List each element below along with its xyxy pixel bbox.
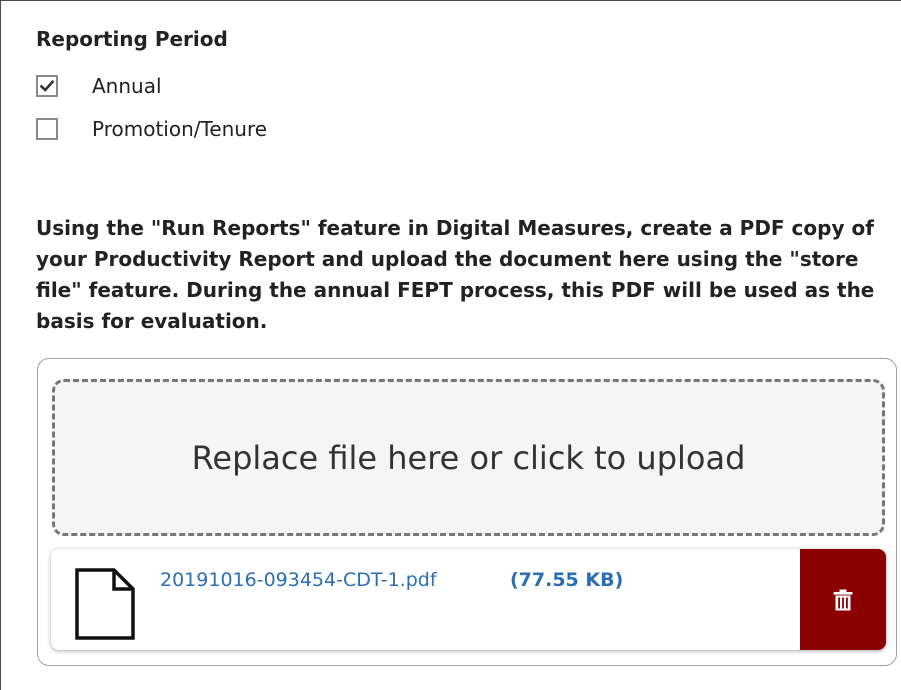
annual-checkbox[interactable] xyxy=(36,75,58,97)
upload-instructions: Using the "Run Reports" feature in Digit… xyxy=(36,216,875,333)
file-name-link[interactable]: 20191016-093454-CDT-1.pdf xyxy=(160,569,437,591)
file-icon xyxy=(75,568,135,640)
option-promotion-tenure[interactable]: Promotion/Tenure xyxy=(36,115,267,143)
checkmark-icon xyxy=(39,79,55,92)
trash-icon xyxy=(833,589,853,610)
form-panel: Reporting Period Annual Promotion/Tenure… xyxy=(0,0,901,690)
option-annual[interactable]: Annual xyxy=(36,72,162,100)
reporting-period-heading: Reporting Period xyxy=(36,27,228,51)
annual-label: Annual xyxy=(92,74,162,98)
file-dropzone[interactable]: Replace file here or click to upload xyxy=(52,379,885,536)
delete-file-button[interactable] xyxy=(800,549,886,650)
promotion-tenure-label: Promotion/Tenure xyxy=(92,117,268,141)
file-size: (77.55 KB) xyxy=(510,569,624,591)
file-upload-widget: Replace file here or click to upload 201… xyxy=(37,358,897,666)
uploaded-file-card: 20191016-093454-CDT-1.pdf (77.55 KB) xyxy=(51,549,886,650)
dropzone-text: Replace file here or click to upload xyxy=(191,438,746,477)
promotion-tenure-checkbox[interactable] xyxy=(36,118,58,140)
